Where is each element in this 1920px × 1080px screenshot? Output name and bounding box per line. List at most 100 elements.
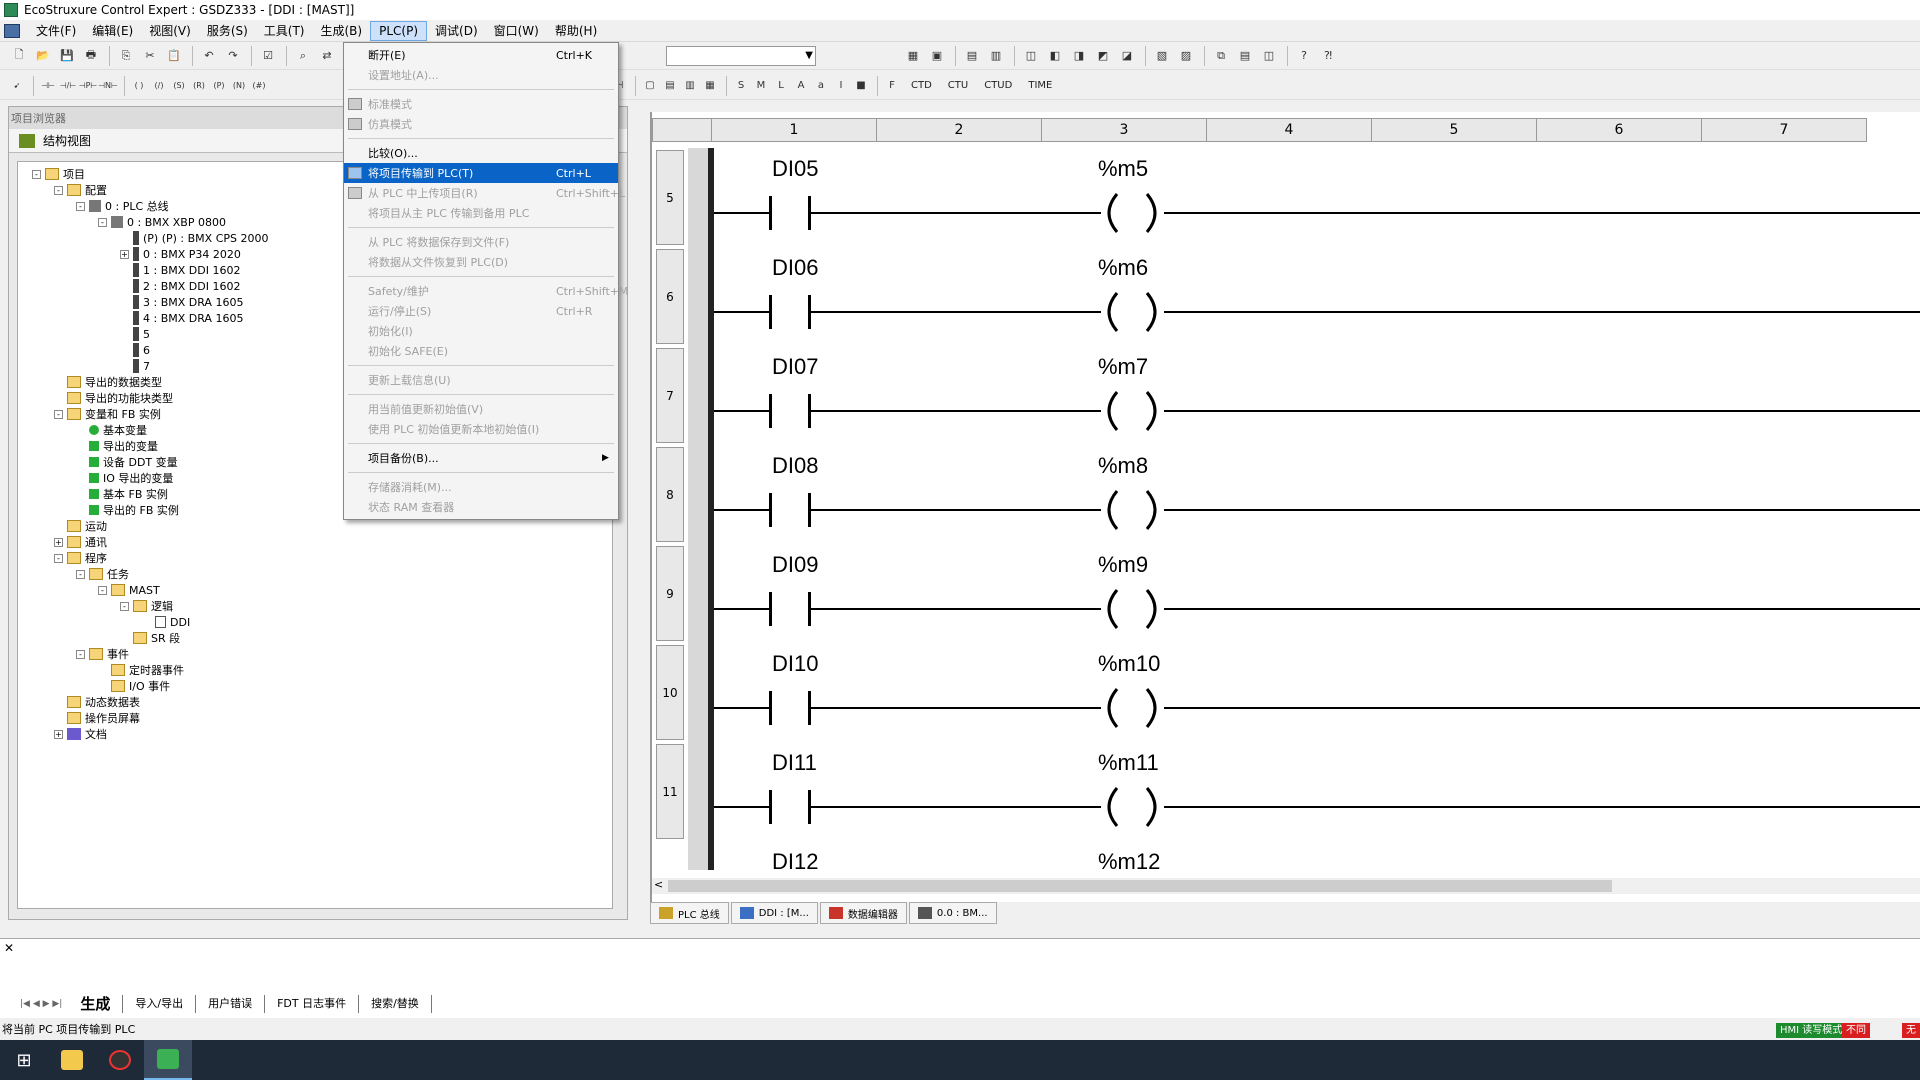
windows-start-icon[interactable]: ⊞: [0, 1040, 48, 1080]
toolbar-button-icon[interactable]: ☑: [257, 45, 279, 67]
ladder-rung[interactable]: DI05 %m5: [714, 148, 1920, 247]
tree-item[interactable]: DDI: [18, 614, 612, 630]
toolbar-button-icon[interactable]: ⧉: [1210, 45, 1232, 67]
recorder-app-icon[interactable]: [96, 1040, 144, 1080]
toolbar-button-icon[interactable]: ◧: [1044, 45, 1066, 67]
toolbar-button-icon[interactable]: ◪: [1116, 45, 1138, 67]
tree-item[interactable]: SR 段: [18, 630, 612, 646]
menu-item[interactable]: 帮助(H): [547, 20, 605, 41]
menu-item[interactable]: 工具(T): [256, 20, 313, 41]
tab-nav-icon[interactable]: |◀ ◀ ▶ ▶|: [20, 999, 62, 1009]
toolbar-button-icon[interactable]: ◩: [1092, 45, 1114, 67]
ladder-element-icon[interactable]: (N): [230, 75, 248, 97]
toolbar-button-icon[interactable]: ⁈: [1317, 45, 1339, 67]
collapse-icon[interactable]: -: [32, 169, 41, 179]
menu-item[interactable]: 服务(S): [199, 20, 256, 41]
toolbar-button-icon[interactable]: ■: [852, 75, 870, 97]
function-block-button[interactable]: TIME: [1028, 80, 1052, 91]
tree-item[interactable]: 动态数据表: [18, 694, 612, 710]
plc-menu-item[interactable]: 比较(O)...: [344, 143, 618, 163]
output-coil[interactable]: [1097, 390, 1167, 432]
tree-item[interactable]: 操作员屏幕: [18, 710, 612, 726]
tree-item[interactable]: - 事件: [18, 646, 612, 662]
expand-icon[interactable]: +: [54, 537, 63, 547]
normally-open-contact[interactable]: [769, 295, 772, 329]
toolbar-button-icon[interactable]: ▥: [681, 75, 699, 97]
normally-open-contact[interactable]: [769, 394, 772, 428]
toolbar-button-icon[interactable]: 💾: [56, 45, 78, 67]
toolbar-button-icon[interactable]: ⇄: [316, 45, 338, 67]
toolbar-button-icon[interactable]: ▥: [985, 45, 1007, 67]
ladder-element-icon[interactable]: ⊣/⊢: [59, 75, 77, 97]
collapse-icon[interactable]: -: [54, 409, 63, 419]
collapse-icon[interactable]: -: [76, 649, 85, 659]
collapse-icon[interactable]: -: [120, 601, 129, 611]
ladder-rung[interactable]: DI10 %m10: [714, 643, 1920, 742]
ladder-rung[interactable]: DI07 %m7: [714, 346, 1920, 445]
toolbar-button-icon[interactable]: F: [883, 75, 901, 97]
plc-menu-item[interactable]: 将项目传输到 PLC(T) Ctrl+L: [344, 163, 618, 183]
document-tab[interactable]: 数据编辑器: [819, 902, 907, 924]
structure-view-label[interactable]: 结构视图: [43, 132, 91, 149]
document-tab[interactable]: PLC 总线: [650, 902, 729, 924]
ladder-element-icon[interactable]: ⊣N⊢: [98, 75, 118, 97]
toolbar-button-icon[interactable]: ▧: [1151, 45, 1173, 67]
chevron-down-icon[interactable]: ▼: [805, 50, 813, 61]
toolbar-button-icon[interactable]: ▤: [1234, 45, 1256, 67]
output-tab[interactable]: 用户错误: [196, 995, 266, 1013]
menu-item[interactable]: 生成(B): [313, 20, 371, 41]
collapse-icon[interactable]: -: [76, 201, 85, 211]
document-icon[interactable]: [4, 23, 20, 38]
scroll-left-icon[interactable]: <: [654, 878, 663, 891]
collapse-icon[interactable]: -: [54, 185, 63, 195]
file-explorer-icon[interactable]: [48, 1040, 96, 1080]
tree-item[interactable]: - 逻辑: [18, 598, 612, 614]
horizontal-scrollbar[interactable]: <: [652, 878, 1920, 894]
ladder-element-icon[interactable]: (#): [250, 75, 268, 97]
collapse-icon[interactable]: -: [54, 553, 63, 563]
toolbar-button-icon[interactable]: ◨: [1068, 45, 1090, 67]
toolbar-button-icon[interactable]: ▣: [926, 45, 948, 67]
toolbar-button-icon[interactable]: ▢: [641, 75, 659, 97]
tree-item[interactable]: - 程序: [18, 550, 612, 566]
ladder-element-icon[interactable]: (S): [170, 75, 188, 97]
normally-open-contact[interactable]: [769, 592, 772, 626]
normally-open-contact[interactable]: [769, 196, 772, 230]
toolbar-button-icon[interactable]: I: [832, 75, 850, 97]
toolbar-button-icon[interactable]: ▦: [701, 75, 719, 97]
toolbar-button-icon[interactable]: ◫: [1258, 45, 1280, 67]
tree-item[interactable]: + 文档: [18, 726, 612, 742]
plc-menu-item[interactable]: 项目备份(B)... ▶: [344, 448, 618, 468]
function-block-button[interactable]: CTUD: [984, 80, 1012, 91]
tree-item[interactable]: + 通讯: [18, 534, 612, 550]
ladder-element-icon[interactable]: (/): [150, 75, 168, 97]
toolbar-button-icon[interactable]: ▤: [661, 75, 679, 97]
normally-open-contact[interactable]: [769, 493, 772, 527]
toolbar-button-icon[interactable]: A: [792, 75, 810, 97]
toolbar-button-icon[interactable]: ⌕: [292, 45, 314, 67]
toolbar-button-icon[interactable]: 📂: [32, 45, 54, 67]
output-coil[interactable]: [1097, 489, 1167, 531]
normally-open-contact[interactable]: [769, 790, 772, 824]
menu-item[interactable]: 调试(D): [427, 20, 486, 41]
tree-item[interactable]: I/O 事件: [18, 678, 612, 694]
ladder-element-icon[interactable]: ( ): [130, 75, 148, 97]
toolbar-button-icon[interactable]: ↶: [198, 45, 220, 67]
tree-item[interactable]: 运动: [18, 518, 612, 534]
output-coil[interactable]: [1097, 192, 1167, 234]
close-icon[interactable]: ✕: [4, 941, 14, 955]
toolbar-button-icon[interactable]: ◫: [1020, 45, 1042, 67]
output-coil[interactable]: [1097, 588, 1167, 630]
scrollbar-thumb[interactable]: [668, 880, 1612, 892]
toolbar-button-icon[interactable]: ↷: [222, 45, 244, 67]
toolbar-button-icon[interactable]: 📋: [163, 45, 185, 67]
menu-item[interactable]: 视图(V): [141, 20, 199, 41]
menu-item[interactable]: 文件(F): [28, 20, 84, 41]
toolbar-button-icon[interactable]: ▦: [902, 45, 924, 67]
output-coil[interactable]: [1097, 291, 1167, 333]
output-tab[interactable]: FDT 日志事件: [265, 995, 360, 1013]
output-coil[interactable]: [1097, 786, 1167, 828]
toolbar-button-icon[interactable]: ✂: [139, 45, 161, 67]
ladder-rung[interactable]: DI09 %m9: [714, 544, 1920, 643]
tree-item[interactable]: 定时器事件: [18, 662, 612, 678]
